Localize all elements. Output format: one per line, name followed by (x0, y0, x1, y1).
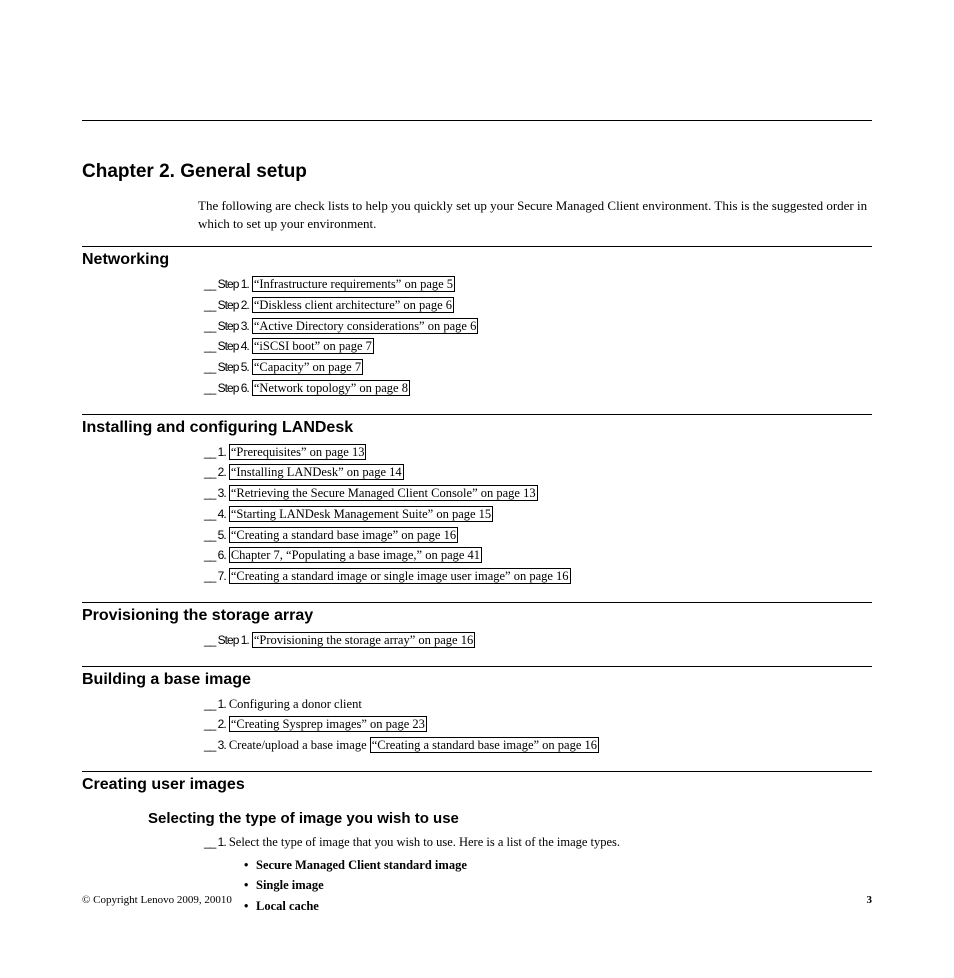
page-footer: © Copyright Lenovo 2009, 20010 3 (82, 894, 872, 906)
step-prefix: __ 1. (204, 445, 226, 459)
bullet-text: Single image (256, 878, 324, 892)
step-prefix: __ Step 4. (204, 339, 249, 353)
bullet-list: •Secure Managed Client standard image •S… (244, 856, 872, 916)
step-prefix: __ 7. (204, 569, 226, 583)
step-prefix: __ 2. (204, 717, 226, 731)
step-row: __ Step 1. “Provisioning the storage arr… (204, 631, 872, 650)
subheading-selecting: Selecting the type of image you wish to … (148, 810, 872, 827)
step-prefix: __ Step 2. (204, 298, 249, 312)
xref-link[interactable]: “iSCSI boot” on page 7 (252, 338, 374, 354)
step-row: __ Step 5. “Capacity” on page 7 (204, 358, 872, 377)
step-prefix: __ 1. (204, 835, 226, 849)
step-row: __ 7. “Creating a standard image or sing… (204, 567, 872, 586)
step-row: __ 6. Chapter 7, “Populating a base imag… (204, 546, 872, 565)
xref-link[interactable]: “Provisioning the storage array” on page… (252, 632, 475, 648)
networking-steps: __ Step 1. “Infrastructure requirements”… (204, 275, 872, 398)
step-row: __ Step 4. “iSCSI boot” on page 7 (204, 337, 872, 356)
step-row: __ Step 3. “Active Directory considerati… (204, 317, 872, 336)
step-prefix: __ 2. (204, 465, 226, 479)
xref-link[interactable]: “Network topology” on page 8 (252, 380, 410, 396)
step-prefix: __ 6. (204, 548, 226, 562)
bullet-item: •Secure Managed Client standard image (244, 856, 872, 875)
xref-link[interactable]: “Prerequisites” on page 13 (229, 444, 367, 460)
list-item: __ 1. Select the type of image that you … (204, 833, 872, 852)
step-row: __ Step 2. “Diskless client architecture… (204, 296, 872, 315)
section-rule (82, 602, 872, 603)
xref-link[interactable]: “Creating a standard base image” on page… (229, 527, 458, 543)
bullet-dot-icon: • (244, 876, 256, 895)
step-prefix: __ 4. (204, 507, 226, 521)
step-prefix: __ 1. (204, 697, 226, 711)
heading-provisioning: Provisioning the storage array (82, 607, 872, 625)
step-prefix: __ Step 5. (204, 360, 249, 374)
step-row: __ 1. Configuring a donor client (204, 695, 872, 714)
step-row: __ 2. “Creating Sysprep images” on page … (204, 715, 872, 734)
bullet-dot-icon: • (244, 856, 256, 875)
bullet-text: Secure Managed Client standard image (256, 858, 467, 872)
xref-link[interactable]: “Active Directory considerations” on pag… (252, 318, 479, 334)
step-prefix: __ 3. (204, 738, 226, 752)
copyright-text: © Copyright Lenovo 2009, 20010 (82, 894, 232, 906)
top-rule (82, 120, 872, 121)
step-row: __ 3. Create/upload a base image “Creati… (204, 736, 872, 755)
step-row: __ Step 1. “Infrastructure requirements”… (204, 275, 872, 294)
step-prefix: __ 5. (204, 528, 226, 542)
step-row: __ 1. “Prerequisites” on page 13 (204, 443, 872, 462)
building-steps: __ 1. Configuring a donor client __ 2. “… (204, 695, 872, 755)
xref-link[interactable]: “Diskless client architecture” on page 6 (252, 297, 454, 313)
xref-link[interactable]: “Installing LANDesk” on page 14 (229, 464, 404, 480)
step-prefix: __ 3. (204, 486, 226, 500)
step-prefix: __ Step 1. (204, 277, 249, 291)
step-row: __ 2. “Installing LANDesk” on page 14 (204, 463, 872, 482)
heading-building: Building a base image (82, 671, 872, 689)
step-prefix: __ Step 6. (204, 381, 249, 395)
section-rule (82, 666, 872, 667)
section-rule (82, 246, 872, 247)
item-text: Select the type of image that you wish t… (229, 835, 620, 849)
step-row: __ Step 6. “Network topology” on page 8 (204, 379, 872, 398)
step-prefix: __ Step 3. (204, 319, 249, 333)
bullet-item: •Single image (244, 876, 872, 895)
xref-link[interactable]: “Starting LANDesk Management Suite” on p… (229, 506, 493, 522)
step-row: __ 3. “Retrieving the Secure Managed Cli… (204, 484, 872, 503)
step-text: Create/upload a base image (229, 738, 370, 752)
section-rule (82, 414, 872, 415)
step-row: __ 4. “Starting LANDesk Management Suite… (204, 505, 872, 524)
intro-paragraph: The following are check lists to help yo… (198, 197, 872, 232)
step-row: __ 5. “Creating a standard base image” o… (204, 526, 872, 545)
heading-creating: Creating user images (82, 776, 872, 794)
step-text: Configuring a donor client (229, 697, 362, 711)
xref-link[interactable]: “Creating a standard image or single ima… (229, 568, 571, 584)
chapter-title: Chapter 2. General setup (82, 161, 872, 183)
heading-networking: Networking (82, 251, 872, 269)
page-number: 3 (867, 894, 873, 906)
heading-landesk: Installing and configuring LANDesk (82, 419, 872, 437)
xref-link[interactable]: “Capacity” on page 7 (252, 359, 363, 375)
xref-link[interactable]: “Creating a standard base image” on page… (370, 737, 599, 753)
xref-link[interactable]: “Infrastructure requirements” on page 5 (252, 276, 455, 292)
landesk-steps: __ 1. “Prerequisites” on page 13 __ 2. “… (204, 443, 872, 586)
xref-link[interactable]: Chapter 7, “Populating a base image,” on… (229, 547, 482, 563)
xref-link[interactable]: “Creating Sysprep images” on page 23 (229, 716, 427, 732)
provisioning-steps: __ Step 1. “Provisioning the storage arr… (204, 631, 872, 650)
xref-link[interactable]: “Retrieving the Secure Managed Client Co… (229, 485, 538, 501)
step-prefix: __ Step 1. (204, 633, 249, 647)
section-rule (82, 771, 872, 772)
